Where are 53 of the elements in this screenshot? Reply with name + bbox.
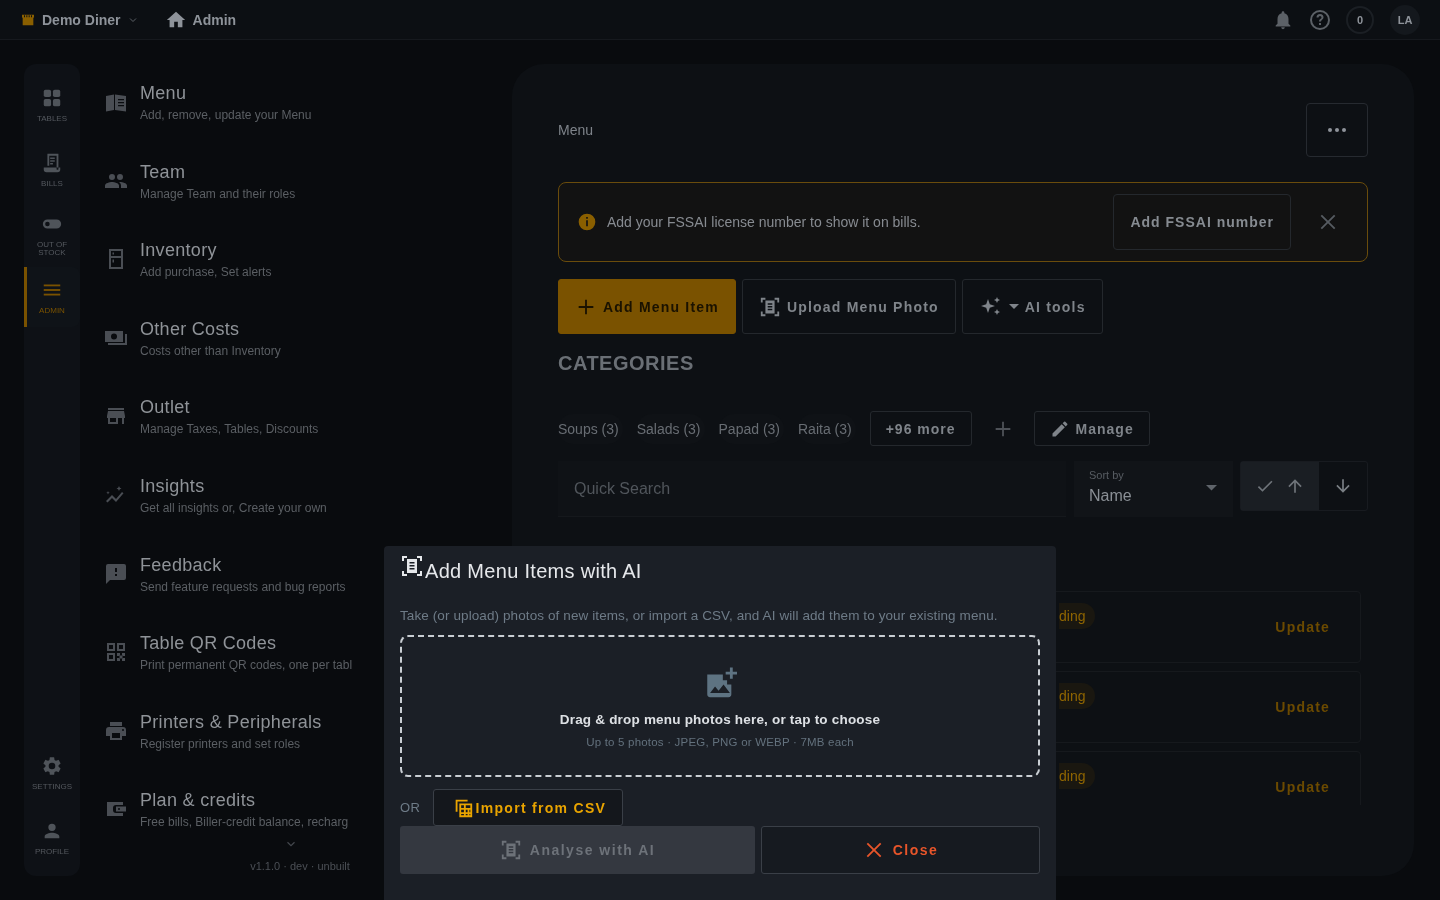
dropdown-button[interactable]: AI tools xyxy=(961,279,1103,334)
info-icon xyxy=(577,212,597,232)
close-button[interactable]: Close xyxy=(761,826,1040,874)
admin-menu-item[interactable]: Printers & Peripherals Register printers and set roles xyxy=(104,702,322,782)
dialog-description: Take (or upload) photos of new items, or import a CSV, and AI will add them to your existing menu. xyxy=(400,608,999,623)
notice-action-button[interactable]: Add FSSAI number xyxy=(1113,194,1291,250)
help-icon xyxy=(1308,7,1332,32)
section-title[interactable]: Admin xyxy=(192,11,237,28)
status-badge: ding xyxy=(1059,763,1096,789)
breadcrumb: Menu xyxy=(558,122,594,138)
nav-item[interactable]: BILLS xyxy=(24,137,80,202)
caret-icon xyxy=(1008,304,1019,309)
admin-menu-item[interactable]: Feedback Send feature requests and bug reports xyxy=(104,545,346,625)
caret-icon xyxy=(1206,485,1217,491)
sort-select[interactable]: Sort by Name xyxy=(1074,461,1233,517)
action-button[interactable]: Add Menu Item xyxy=(558,279,736,334)
manage-button[interactable]: Manage xyxy=(1033,411,1150,446)
admin-menu-item[interactable]: Plan & credits Free bills, Biller-credit balance, recharg xyxy=(104,781,349,860)
action-button[interactable]: Upload Menu Photo xyxy=(741,279,956,334)
import-csv-button[interactable]: Import from CSV xyxy=(432,789,624,826)
settings-icon xyxy=(41,754,63,777)
version-label: v1.1.0 · dev · unbuilt xyxy=(250,860,350,872)
document-scan-icon xyxy=(400,554,424,578)
status-badge: ding xyxy=(1059,683,1096,709)
document-scan-icon xyxy=(499,839,522,861)
receipt-icon xyxy=(41,151,63,174)
notice-text: Add your FSSAI license number to show it on bills. xyxy=(607,214,922,230)
more-button[interactable] xyxy=(1306,103,1368,157)
section-heading: CATEGORIES xyxy=(558,352,695,375)
admin-menu-item[interactable]: Other Costs Costs other than Inventory xyxy=(104,309,281,389)
photo-dropzone[interactable]: Drag & drop menu photos here, or tap to choose Up to 5 photos · JPEG, PNG or WEBP · 7MB each xyxy=(400,635,1040,777)
document-scan-icon xyxy=(758,295,781,318)
counter-badge[interactable]: 0 xyxy=(1346,5,1374,34)
more-categories-button[interactable]: +96 more xyxy=(869,411,972,446)
admin-menu-item[interactable]: Team Manage Team and their roles xyxy=(104,152,296,232)
avatar[interactable]: LA xyxy=(1390,4,1420,35)
admin-menu-item[interactable]: Menu Add, remove, update your Menu xyxy=(104,74,312,153)
dropzone-hint: Up to 5 photos · JPEG, PNG or WEBP · 7MB each xyxy=(586,736,854,748)
admin-menu-item[interactable]: Inventory Add purchase, Set alerts xyxy=(104,231,272,310)
or-label: OR xyxy=(400,800,421,815)
nav-item[interactable]: TABLES xyxy=(24,72,80,137)
nav-item[interactable]: OUT OF STOCK xyxy=(24,202,80,267)
outlet-name[interactable]: Demo Diner xyxy=(42,11,121,28)
sort-order-toggle[interactable] xyxy=(1241,462,1319,510)
dialog-title: Add Menu Items with AI xyxy=(425,561,642,581)
nav-item[interactable]: SETTINGS xyxy=(24,740,80,805)
nav-item[interactable]: PROFILE xyxy=(24,805,80,870)
admin-menu-item[interactable]: Outlet Manage Taxes, Tables, Discounts xyxy=(104,388,319,467)
admin-menu-item[interactable]: Table QR Codes Print permanent QR codes, one per tabl xyxy=(104,624,353,703)
status-badge: ding xyxy=(1059,603,1096,629)
admin-menu-item[interactable]: Insights Get all insights or, Create your own xyxy=(104,466,327,546)
dropzone-title: Drag & drop menu photos here, or tap to choose xyxy=(559,712,881,727)
feedback-icon xyxy=(104,561,128,586)
